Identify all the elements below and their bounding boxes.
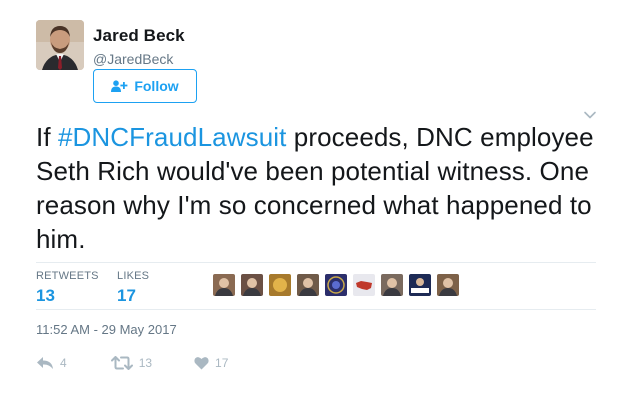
person-photo-icon[interactable]	[437, 274, 459, 296]
likes-count: 17	[117, 286, 136, 305]
like-count: 17	[215, 356, 229, 370]
person-photo-icon[interactable]	[241, 274, 263, 296]
gold-emblem-icon[interactable]	[269, 274, 291, 296]
person-photo-icon[interactable]	[213, 274, 235, 296]
reply-button[interactable]: 4	[36, 356, 67, 370]
retweet-icon	[110, 356, 133, 370]
retweets-label: RETWEETS	[36, 270, 99, 282]
follow-button[interactable]: Follow	[93, 69, 197, 103]
tweet-text-start: If	[36, 122, 58, 152]
retweet-button[interactable]: 13	[110, 356, 153, 370]
us-map-icon[interactable]	[353, 274, 375, 296]
reply-count: 4	[60, 356, 67, 370]
likes-label: LIKES	[117, 270, 150, 282]
retweets-stat[interactable]: RETWEETS 13	[36, 270, 99, 306]
retweet-count: 13	[138, 356, 153, 370]
reply-icon	[36, 356, 54, 370]
author-handle[interactable]: @JaredBeck	[93, 51, 173, 67]
divider	[36, 309, 596, 310]
divider	[36, 262, 596, 263]
person-photo-icon[interactable]	[297, 274, 319, 296]
follow-person-plus-icon	[111, 80, 128, 92]
tweet-text: If #DNCFraudLawsuit proceeds, DNC employ…	[36, 120, 601, 256]
hashtag-link[interactable]: #DNCFraudLawsuit	[58, 122, 286, 152]
likes-stat[interactable]: LIKES 17	[117, 270, 149, 306]
heart-icon	[194, 356, 209, 370]
author-avatar[interactable]	[36, 20, 84, 70]
like-button[interactable]: 17	[194, 356, 228, 370]
tweet-timestamp[interactable]: 11:52 AM - 29 May 2017	[36, 322, 177, 337]
liker-avatars	[213, 274, 459, 296]
resistance-badge-icon[interactable]	[409, 274, 431, 296]
retweets-count: 13	[36, 286, 55, 305]
author-name[interactable]: Jared Beck	[93, 26, 185, 46]
follow-button-label: Follow	[134, 78, 179, 94]
seal-emblem-icon[interactable]	[325, 274, 347, 296]
person-photo-icon[interactable]	[381, 274, 403, 296]
tweet-actions: 4 13 17	[36, 356, 258, 370]
